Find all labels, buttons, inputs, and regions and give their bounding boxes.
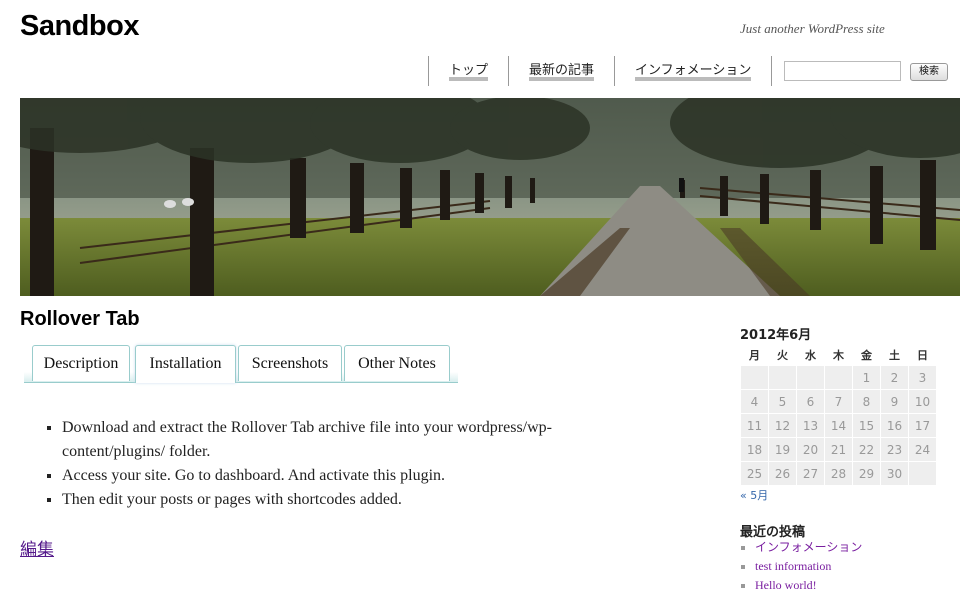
calendar-day: 1 [853,366,880,389]
list-item: test information [755,557,862,576]
list-item: Download and extract the Rollover Tab ar… [62,416,652,464]
entry-title: Rollover Tab [20,308,140,330]
calendar-day: 5 [769,390,796,413]
weekday-label: 土 [889,349,900,362]
list-item: Access your site. Go to dashboard. And a… [62,464,652,488]
calendar: 月 火 水 木 金 土 日 1 2 3 4 5 6 7 8 9 10 11 12… [740,344,937,486]
nav-underline [449,77,489,81]
nav-underline [529,77,595,81]
nav-item-label: 最新の記事 [529,63,595,78]
tab-installation[interactable]: Installation [135,345,236,383]
rollover-tabs: Description Installation Screenshots Oth… [24,345,458,383]
tab-other-notes[interactable]: Other Notes [344,345,450,381]
weekday-label: 日 [917,349,928,362]
nav-item-label: トップ [449,63,489,78]
list-item: Then edit your posts or pages with short… [62,488,652,512]
calendar-day: 9 [881,390,908,413]
calendar-day: 11 [741,414,768,437]
calendar-day [825,366,852,389]
calendar-day [769,366,796,389]
calendar-day: 19 [769,438,796,461]
edit-link[interactable]: 編集 [20,535,54,560]
calendar-day: 28 [825,462,852,485]
calendar-day: 4 [741,390,768,413]
nav-divider [771,56,773,86]
recent-post-link[interactable]: Hello world! [755,578,817,592]
calendar-day: 7 [825,390,852,413]
calendar-day [797,366,824,389]
recent-posts-list: インフォメーション test information Hello world! [740,538,862,595]
calendar-day: 21 [825,438,852,461]
nav-underline [635,77,752,81]
calendar-day [741,366,768,389]
tab-description[interactable]: Description [32,345,130,381]
main-navigation: トップ 最新の記事 インフォメーション [428,56,773,88]
list-item: Hello world! [755,576,862,595]
calendar-day: 15 [853,414,880,437]
calendar-day: 27 [797,462,824,485]
calendar-day: 10 [909,390,936,413]
calendar-prev-month-link[interactable]: « 5月 [740,487,768,503]
nav-item-top[interactable]: トップ [428,56,508,86]
weekday-label: 月 [749,349,760,362]
site-tagline: Just another WordPress site [740,21,885,36]
calendar-day: 24 [909,438,936,461]
weekday-label: 水 [805,349,816,362]
weekday-label: 木 [833,349,844,362]
calendar-day: 3 [909,366,936,389]
tab-screenshots[interactable]: Screenshots [238,345,342,381]
search-button[interactable]: 検索 [910,63,948,81]
calendar-day: 17 [909,414,936,437]
calendar-day: 6 [797,390,824,413]
calendar-caption: 2012年6月 [740,328,812,343]
search-input[interactable] [784,61,901,81]
recent-post-link[interactable]: インフォメーション [755,540,862,554]
calendar-day: 12 [769,414,796,437]
calendar-day: 16 [881,414,908,437]
header-banner-image [20,98,960,296]
calendar-day: 20 [797,438,824,461]
nav-item-label: インフォメーション [635,63,752,78]
calendar-day [909,462,936,485]
weekday-label: 金 [861,349,872,362]
calendar-day: 13 [797,414,824,437]
installation-steps: Download and extract the Rollover Tab ar… [40,416,652,512]
calendar-day: 18 [741,438,768,461]
calendar-day: 30 [881,462,908,485]
recent-post-link[interactable]: test information [755,559,831,573]
calendar-day: 29 [853,462,880,485]
calendar-day: 26 [769,462,796,485]
nav-item-information[interactable]: インフォメーション [614,56,771,86]
calendar-day: 14 [825,414,852,437]
weekday-label: 火 [777,349,788,362]
calendar-day: 25 [741,462,768,485]
list-item: インフォメーション [755,538,862,557]
site-title[interactable]: Sandbox [20,10,139,43]
calendar-day: 2 [881,366,908,389]
calendar-day: 8 [853,390,880,413]
nav-item-latest[interactable]: 最新の記事 [508,56,614,86]
calendar-day: 22 [853,438,880,461]
calendar-day: 23 [881,438,908,461]
